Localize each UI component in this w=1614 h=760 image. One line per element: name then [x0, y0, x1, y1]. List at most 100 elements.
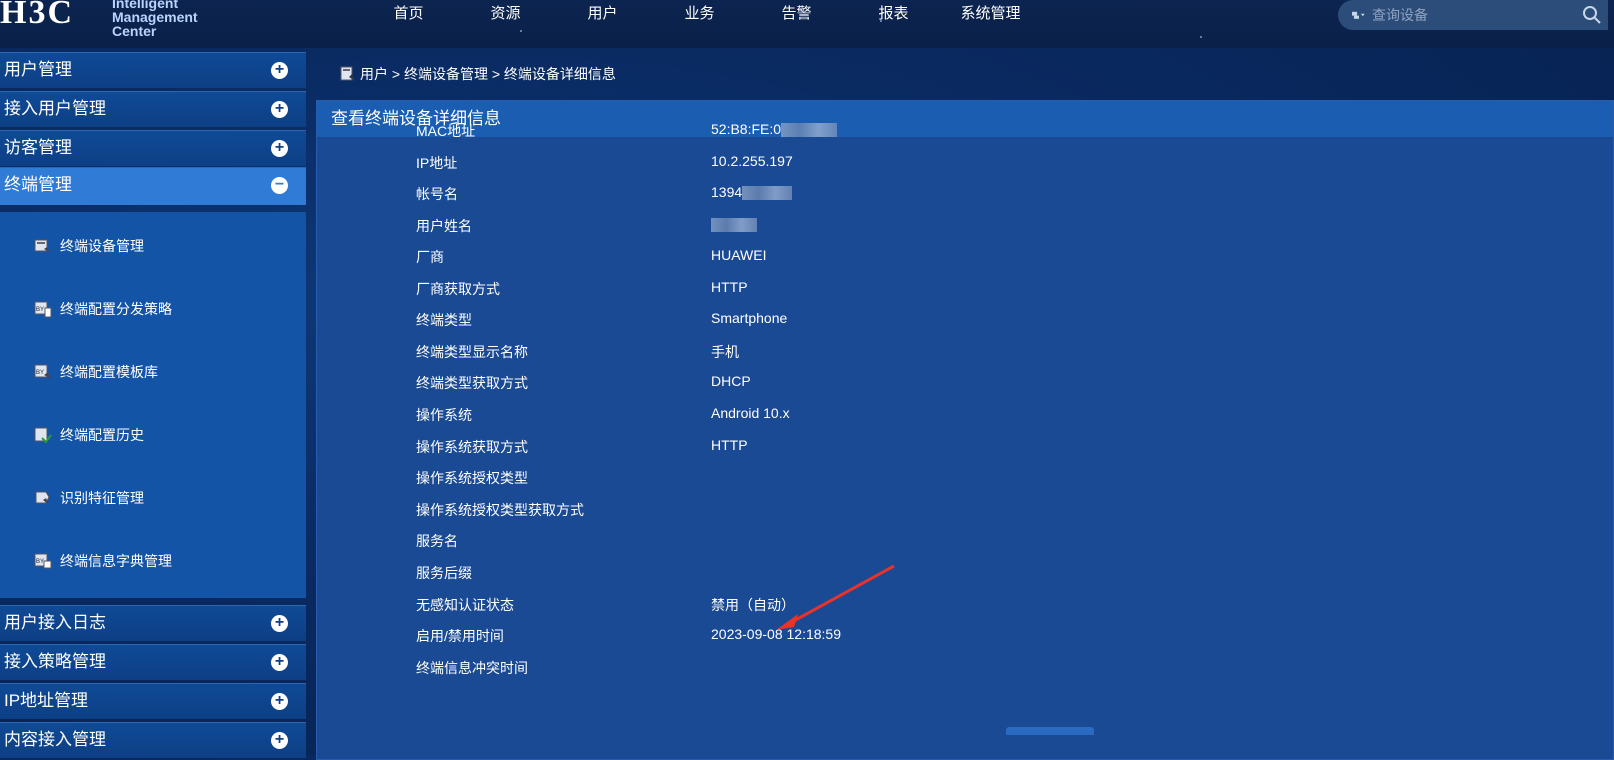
field-value: DHCP: [711, 373, 751, 389]
field-label: MAC地址: [416, 123, 476, 139]
expand-icon[interactable]: +: [271, 732, 288, 749]
expand-icon[interactable]: +: [271, 615, 288, 632]
field-value-text: HUAWEI: [711, 247, 767, 263]
sidebar-section-content-access[interactable]: 内容接入管理 +: [0, 722, 306, 758]
field-value-text: 10.2.255.197: [711, 153, 793, 169]
bottom-button-edge[interactable]: [1006, 727, 1094, 735]
nav-home[interactable]: 首页: [360, 0, 457, 30]
submenu-config-template[interactable]: BY 终端配置模板库: [34, 360, 158, 384]
device-icon: [34, 239, 50, 253]
field-label: 帐号名: [416, 186, 458, 202]
feature-icon: [35, 491, 50, 505]
sidebar-section-label: 接入策略管理: [4, 652, 106, 671]
device-type-dropdown-icon[interactable]: [1352, 9, 1366, 21]
field-value: 10.2.255.197: [711, 153, 793, 169]
field-value: 52:B8:FE:0: [711, 121, 838, 138]
expand-icon[interactable]: +: [271, 62, 288, 79]
sidebar-section-guest[interactable]: 访客管理 +: [0, 130, 306, 166]
svg-text:BY: BY: [36, 559, 44, 565]
field-value: 手机: [711, 342, 739, 362]
main-nav: 首页 资源 用户 业务 告警 报表 系统管理: [360, 0, 1039, 30]
detail-row: 操作系统获取方式 HTTP: [317, 437, 1217, 457]
field-value-text: 手机: [711, 344, 739, 360]
redacted-mask: [711, 218, 757, 233]
submenu-label: 终端配置模板库: [60, 364, 158, 380]
search-input[interactable]: [1370, 6, 1564, 24]
sidebar-section-access-policy[interactable]: 接入策略管理 +: [0, 644, 306, 680]
field-value-text: 1394: [711, 184, 743, 200]
sidebar-section-label: 终端管理: [4, 175, 72, 194]
dictionary-icon: BY: [34, 553, 52, 569]
submenu-config-history[interactable]: 终端配置历史: [34, 423, 144, 447]
sidebar-section-access-user[interactable]: 接入用户管理 +: [0, 91, 306, 127]
detail-panel: 查看终端设备详细信息 MAC地址 52:B8:FE:0 IP地址 10.2.255.1…: [316, 100, 1614, 760]
submenu-terminal-device[interactable]: 终端设备管理: [34, 234, 144, 258]
history-icon: [34, 427, 52, 444]
field-label: 终端类型: [416, 312, 472, 328]
field-value-text: Smartphone: [711, 310, 788, 326]
expand-icon[interactable]: +: [271, 654, 288, 671]
field-value-text: Android 10.x: [711, 405, 790, 421]
field-label: 厂商: [416, 249, 444, 265]
expand-icon[interactable]: +: [271, 101, 288, 118]
submenu-label: 终端配置历史: [60, 427, 144, 443]
nav-resource[interactable]: 资源: [457, 0, 554, 30]
field-value: Android 10.x: [711, 405, 790, 421]
field-value-text: HTTP: [711, 279, 748, 295]
submenu-label: 终端设备管理: [60, 238, 144, 254]
field-label: 操作系统获取方式: [416, 439, 528, 455]
nav-user[interactable]: 用户: [554, 0, 651, 30]
detail-row: 帐号名 1394: [317, 184, 1217, 204]
field-label: 操作系统授权类型: [416, 470, 528, 486]
collapse-icon[interactable]: −: [271, 177, 288, 194]
detail-row: 启用/禁用时间 2023-09-08 12:18:59: [317, 626, 1217, 646]
field-label: 服务后缀: [416, 565, 472, 581]
nav-report[interactable]: 报表: [845, 0, 942, 30]
sidebar-section-ip-address[interactable]: IP地址管理 +: [0, 683, 306, 719]
field-label: 操作系统授权类型获取方式: [416, 502, 584, 518]
sidebar-section-terminal[interactable]: 终端管理 −: [0, 167, 306, 205]
submenu-label: 识别特征管理: [60, 490, 144, 506]
detail-row: 操作系统授权类型获取方式: [317, 500, 1217, 520]
field-value-text: 52:B8:FE:0: [711, 121, 782, 137]
logo-line2: Management Center: [112, 9, 198, 39]
byod-policy-icon: BY: [34, 301, 52, 318]
expand-icon[interactable]: +: [271, 693, 288, 710]
nav-alarm[interactable]: 告警: [748, 0, 845, 30]
field-value: 1394: [711, 184, 793, 201]
expand-icon[interactable]: +: [271, 140, 288, 157]
search-icon[interactable]: [1582, 5, 1602, 30]
field-label: 终端类型获取方式: [416, 375, 528, 391]
field-value-text: DHCP: [711, 373, 751, 389]
field-value-text: HTTP: [711, 437, 748, 453]
submenu-feature-management[interactable]: 识别特征管理: [34, 486, 144, 510]
breadcrumb-bar: 用户 > 终端设备管理 > 终端设备详细信息: [306, 52, 1614, 94]
detail-row: 服务后缀: [317, 563, 1217, 583]
submenu-dictionary[interactable]: BY 终端信息字典管理: [34, 549, 172, 573]
field-label: 无感知认证状态: [416, 597, 514, 613]
breadcrumb: 用户 > 终端设备管理 > 终端设备详细信息: [340, 64, 616, 84]
redacted-mask: [781, 123, 838, 138]
detail-row: 终端类型 Smartphone: [317, 310, 1217, 330]
field-value: [711, 216, 757, 233]
redacted-mask: [742, 186, 793, 201]
detail-row: 终端类型获取方式 DHCP: [317, 373, 1217, 393]
field-value: HUAWEI: [711, 247, 766, 263]
sidebar-section-access-log[interactable]: 用户接入日志 +: [0, 605, 306, 641]
detail-row: 用户姓名: [317, 216, 1217, 236]
nav-system[interactable]: 系统管理: [942, 0, 1039, 30]
detail-row: 操作系统授权类型: [317, 468, 1217, 488]
detail-row: 终端类型显示名称 手机: [317, 342, 1217, 362]
nav-service[interactable]: 业务: [651, 0, 748, 30]
annotation-arrow: [776, 564, 895, 630]
svg-text:BY: BY: [36, 370, 44, 376]
device-search: [1338, 0, 1608, 30]
field-label: 启用/禁用时间: [416, 628, 504, 644]
field-value: Smartphone: [711, 310, 787, 326]
top-bar: H3C Intelligent Management Center 首页 资源 …: [0, 0, 1614, 48]
sidebar-section-user-management[interactable]: 用户管理 +: [0, 52, 306, 88]
logo-subtitle: Intelligent Management Center: [112, 0, 198, 38]
detail-row: 终端信息冲突时间: [317, 658, 1217, 678]
submenu-config-policy[interactable]: BY 终端配置分发策略: [34, 297, 172, 321]
svg-text:BY: BY: [36, 307, 44, 313]
